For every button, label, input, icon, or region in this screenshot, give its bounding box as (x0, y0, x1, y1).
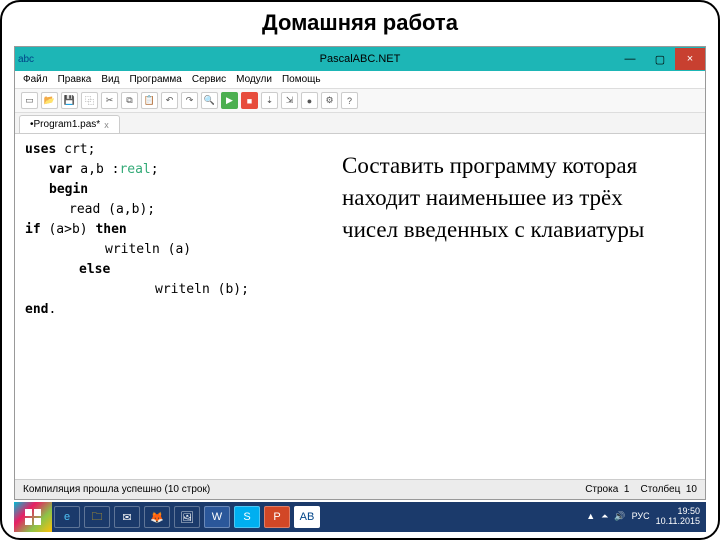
taskbar-firefox-icon[interactable]: 🦊 (144, 506, 170, 528)
menu-edit[interactable]: Правка (58, 74, 92, 85)
tray-up-icon[interactable]: ▲ (586, 512, 595, 522)
undo-icon[interactable]: ↶ (161, 92, 178, 109)
code-fn: read (69, 202, 100, 217)
stepinto-icon[interactable]: ⇲ (281, 92, 298, 109)
code-type: real (119, 162, 150, 177)
menu-program[interactable]: Программа (129, 74, 181, 85)
code-text: . (48, 302, 56, 317)
code-text: ; (151, 162, 159, 177)
status-left: Компиляция прошла успешно (10 строк) (23, 484, 210, 495)
open-file-icon[interactable]: 📂 (41, 92, 58, 109)
code-kw: then (95, 222, 126, 237)
cut-icon[interactable]: ✂ (101, 92, 118, 109)
code-text: (a>b) (41, 222, 96, 237)
new-file-icon[interactable]: ▭ (21, 92, 38, 109)
windows-icon (25, 509, 41, 525)
code-kw: var (49, 162, 72, 177)
taskbar-pascal-icon[interactable]: AB (294, 506, 320, 528)
code-text: crt; (56, 142, 95, 157)
page-title: Домашняя работа (2, 10, 718, 36)
start-button[interactable] (14, 502, 52, 532)
tray-net-icon[interactable]: ⏶ (601, 512, 608, 522)
code-fn: writeln (105, 242, 160, 257)
taskbar-skype-icon[interactable]: S (234, 506, 260, 528)
menu-service[interactable]: Сервис (192, 74, 226, 85)
taskbar-ie-icon[interactable]: e (54, 506, 80, 528)
code-text: (b); (210, 282, 249, 297)
save-all-icon[interactable]: ⿻ (81, 92, 98, 109)
maximize-button[interactable]: ▢ (645, 48, 675, 70)
minimize-button[interactable]: — (615, 48, 645, 70)
app-icon: abc (15, 48, 37, 70)
task-text: Составить программу которая находит наим… (342, 150, 672, 246)
help-icon[interactable]: ? (341, 92, 358, 109)
code-kw: begin (49, 182, 88, 197)
find-icon[interactable]: 🔍 (201, 92, 218, 109)
code-fn: writeln (155, 282, 210, 297)
status-position: Строка 1 Столбец 10 (585, 484, 697, 495)
code-kw: if (25, 222, 41, 237)
taskbar-ppt-icon[interactable]: P (264, 506, 290, 528)
titlebar[interactable]: abc PascalABC.NET — ▢ × (15, 47, 705, 71)
taskbar-mail-icon[interactable]: ✉ (114, 506, 140, 528)
statusbar: Компиляция прошла успешно (10 строк) Стр… (15, 479, 705, 499)
close-button[interactable]: × (675, 48, 705, 70)
app-title: PascalABC.NET (320, 53, 401, 65)
code-text: (a,b); (100, 202, 155, 217)
tab-program1[interactable]: •Program1.pas* x (19, 115, 120, 133)
code-text: a,b : (72, 162, 119, 177)
menu-help[interactable]: Помощь (282, 74, 321, 85)
run-icon[interactable]: ▶ (221, 92, 238, 109)
paste-icon[interactable]: 📋 (141, 92, 158, 109)
ide-window: abc PascalABC.NET — ▢ × Файл Правка Вид … (14, 46, 706, 500)
stepover-icon[interactable]: ⇣ (261, 92, 278, 109)
tab-label: •Program1.pas* (30, 119, 100, 130)
tab-close-icon[interactable]: x (104, 120, 109, 130)
stop-icon[interactable]: ■ (241, 92, 258, 109)
windows-taskbar: e 🗀 ✉ 🦊 🖼 W S P AB ▲ ⏶ 🔊 РУС 19:50 10.11… (14, 502, 706, 532)
code-kw: end (25, 302, 48, 317)
tray-volume-icon[interactable]: 🔊 (614, 512, 625, 522)
redo-icon[interactable]: ↷ (181, 92, 198, 109)
tab-bar: •Program1.pas* x (15, 113, 705, 134)
code-kw: uses (25, 142, 56, 157)
code-text: (a) (160, 242, 191, 257)
settings-icon[interactable]: ⚙ (321, 92, 338, 109)
taskbar-word-icon[interactable]: W (204, 506, 230, 528)
breakpoint-icon[interactable]: ● (301, 92, 318, 109)
tray-lang[interactable]: РУС (632, 512, 650, 522)
copy-icon[interactable]: ⧉ (121, 92, 138, 109)
save-icon[interactable]: 💾 (61, 92, 78, 109)
menu-modules[interactable]: Модули (236, 74, 272, 85)
tray-clock[interactable]: 19:50 10.11.2015 (656, 507, 700, 527)
toolbar: ▭ 📂 💾 ⿻ ✂ ⧉ 📋 ↶ ↷ 🔍 ▶ ■ ⇣ ⇲ ● ⚙ ? (15, 89, 705, 113)
menu-file[interactable]: Файл (23, 74, 48, 85)
menu-view[interactable]: Вид (101, 74, 119, 85)
taskbar-folder-icon[interactable]: 🗀 (84, 506, 110, 528)
code-kw: else (79, 262, 110, 277)
taskbar-gallery-icon[interactable]: 🖼 (174, 506, 200, 528)
menubar: Файл Правка Вид Программа Сервис Модули … (15, 71, 705, 89)
